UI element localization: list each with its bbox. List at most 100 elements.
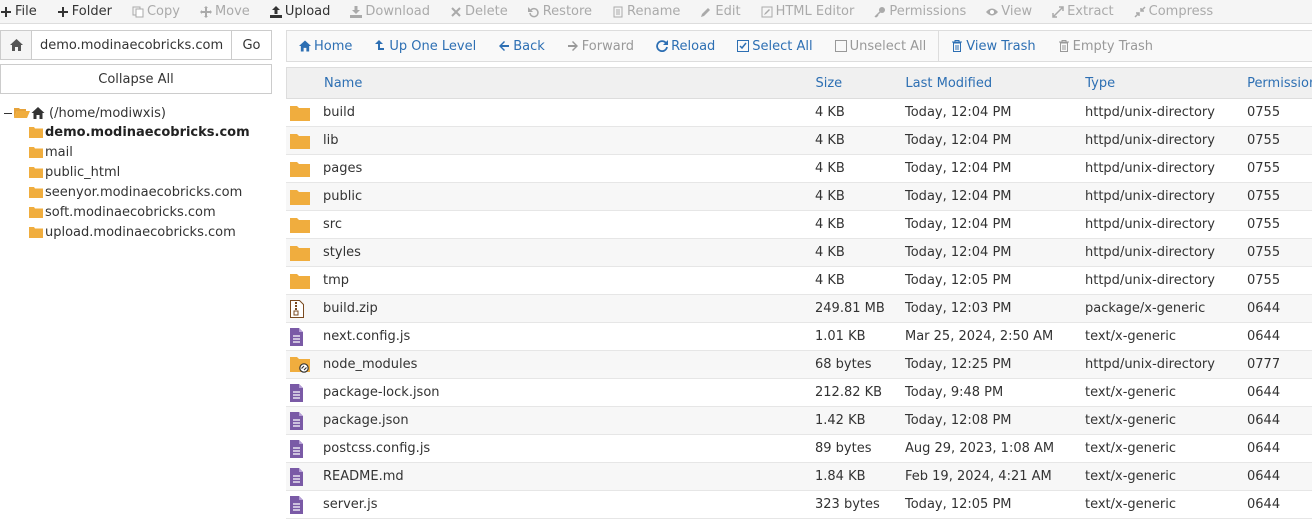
collapse-toggle-icon[interactable] [4,112,12,114]
table-row[interactable]: build 4 KB Today, 12:04 PM httpd/unix-direc… [286,99,1312,127]
sidebar-home-button[interactable] [0,30,32,60]
table-row[interactable]: src 4 KB Today, 12:04 PM httpd/unix-directo… [286,211,1312,239]
rename-button[interactable]: Rename [602,4,690,20]
forward-button[interactable]: Forward [567,39,634,54]
file-name[interactable]: src [323,217,815,232]
file-permissions: 0755 [1247,217,1281,232]
edit-button[interactable]: Edit [690,4,750,20]
new-file-button[interactable]: File [0,4,47,20]
compress-button[interactable]: Compress [1124,4,1224,20]
table-row[interactable]: styles 4 KB Today, 12:04 PM httpd/unix-dire… [286,239,1312,267]
table-row[interactable]: postcss.config.js 89 bytes Aug 29, 2023, 1… [286,435,1312,463]
extract-icon [1052,5,1064,18]
file-type: text/x-generic [1085,385,1177,400]
move-button[interactable]: Move [190,4,260,20]
table-row[interactable]: pages 4 KB Today, 12:04 PM httpd/unix-direc… [286,155,1312,183]
upload-button[interactable]: Upload [260,4,341,20]
folder-icon [286,105,323,121]
file-name[interactable]: pages [323,161,815,176]
file-size: 4 KB [815,133,845,148]
folder-icon [286,133,323,149]
trash-icon [1058,40,1069,52]
file-type: package/x-generic [1085,301,1206,316]
permissions-button[interactable]: Permissions [864,4,976,20]
header-size[interactable]: Size [815,76,905,91]
delete-button[interactable]: Delete [440,4,518,20]
file-size: 1.84 KB [815,469,866,484]
file-type: text/x-generic [1085,497,1177,512]
file-name[interactable]: build.zip [323,301,815,316]
rename-label: Rename [627,3,681,19]
extract-button[interactable]: Extract [1042,4,1124,20]
folder-icon [29,226,43,238]
table-row[interactable]: node_modules 68 bytes Today, 12:25 PM httpd… [286,351,1312,379]
back-button[interactable]: Back [498,39,545,54]
tree-item-public-html[interactable]: public_html [0,162,280,182]
home-button[interactable]: Home [299,39,352,54]
table-row[interactable]: next.config.js 1.01 KB Mar 25, 2024, 2:50 … [286,323,1312,351]
text-file-icon [286,495,323,514]
file-name[interactable]: styles [323,245,815,260]
nav-divider [938,31,940,61]
file-name[interactable]: README.md [323,469,815,484]
address-input[interactable] [32,30,232,60]
new-folder-label: Folder [71,3,112,19]
forward-label: Forward [581,38,635,54]
collapse-all-button[interactable]: Collapse All [0,64,272,94]
select-all-label: Select All [752,38,813,54]
table-row[interactable]: server.js 323 bytes Today, 12:05 PM text/x-… [286,491,1312,519]
file-size: 1.42 KB [815,413,866,428]
copy-button[interactable]: Copy [122,4,190,20]
new-folder-button[interactable]: Folder [47,4,122,20]
header-permissions[interactable]: Permissions [1247,76,1312,91]
restore-button[interactable]: Restore [518,4,602,20]
header-name[interactable]: Name [324,76,816,91]
table-row[interactable]: package-lock.json 212.82 KB Today, 9:48 PM… [286,379,1312,407]
view-trash-button[interactable]: View Trash [951,39,1036,54]
file-name[interactable]: node_modules [323,357,815,372]
reload-button[interactable]: Reload [656,39,715,54]
file-name[interactable]: next.config.js [323,329,815,344]
tree-root[interactable]: (/home/modiwxis) [0,104,280,122]
file-name[interactable]: build [323,105,815,120]
folder-icon [286,189,323,205]
pencil-icon [701,7,711,17]
tree-item-mail[interactable]: mail [0,142,280,162]
table-row[interactable]: build.zip 249.81 MB Today, 12:03 PM package… [286,295,1312,323]
file-name[interactable]: lib [323,133,815,148]
file-name[interactable]: postcss.config.js [323,441,815,456]
unselect-all-button[interactable]: Unselect All [834,39,926,54]
folder-icon [29,166,43,178]
tree-item-soft[interactable]: soft.modinaecobricks.com [0,202,280,222]
tree-item-upload[interactable]: upload.modinaecobricks.com [0,222,280,242]
up-one-level-button[interactable]: Up One Level [374,39,476,54]
header-last-modified[interactable]: Last Modified [905,76,1085,91]
text-file-icon [286,411,323,430]
table-body: build 4 KB Today, 12:04 PM httpd/unix-direc… [286,99,1312,519]
empty-trash-button[interactable]: Empty Trash [1058,39,1153,54]
header-type[interactable]: Type [1085,76,1247,91]
html-editor-button[interactable]: HTML Editor [751,4,865,20]
permissions-label: Permissions [889,3,967,19]
file-permissions: 0644 [1247,329,1281,344]
file-name[interactable]: server.js [323,497,815,512]
file-name[interactable]: tmp [323,273,815,288]
tree-item-demo[interactable]: demo.modinaecobricks.com [0,122,280,142]
tree-item-seenyor[interactable]: seenyor.modinaecobricks.com [0,182,280,202]
file-size: 4 KB [815,161,845,176]
file-name[interactable]: package.json [323,413,815,428]
table-row[interactable]: public 4 KB Today, 12:04 PM httpd/unix-dire… [286,183,1312,211]
folder-icon [286,161,323,177]
restore-icon [527,6,539,17]
table-row[interactable]: lib 4 KB Today, 12:04 PM httpd/unix-directo… [286,127,1312,155]
file-name[interactable]: package-lock.json [323,385,815,400]
table-row[interactable]: README.md 1.84 KB Feb 19, 2024, 4:21 AM tex… [286,463,1312,491]
download-button[interactable]: Download [340,4,440,20]
folder-open-icon [14,108,30,118]
go-button[interactable]: Go [232,30,272,60]
table-row[interactable]: tmp 4 KB Today, 12:05 PM httpd/unix-directo… [286,267,1312,295]
file-name[interactable]: public [323,189,815,204]
select-all-button[interactable]: Select All [737,38,813,54]
view-button[interactable]: View [976,4,1042,20]
table-row[interactable]: package.json 1.42 KB Today, 12:08 PM text/x… [286,407,1312,435]
